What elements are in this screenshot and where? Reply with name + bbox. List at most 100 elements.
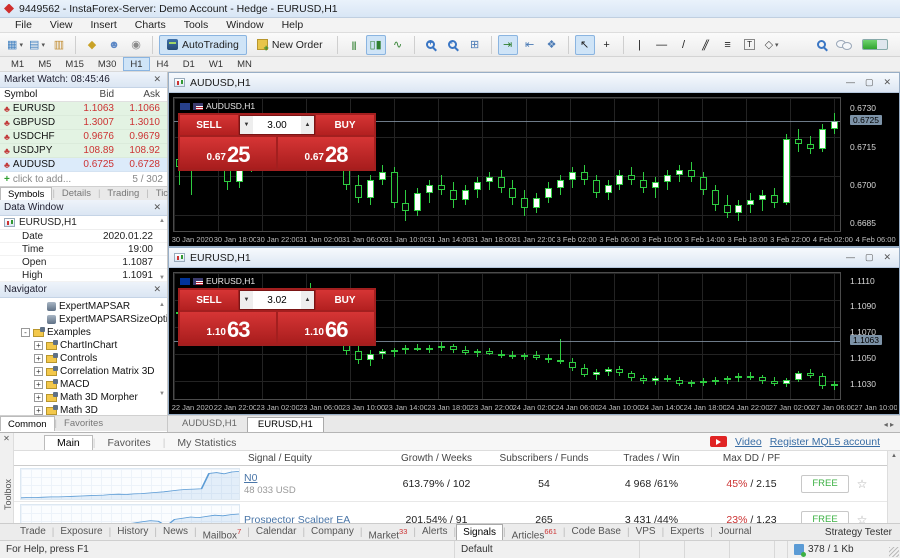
minimize-icon[interactable]: — (846, 252, 855, 263)
spin-up-icon[interactable]: ▲ (301, 116, 314, 134)
close-icon[interactable]: ✕ (151, 74, 163, 85)
market-watch-tab-trading[interactable]: Trading (100, 187, 146, 200)
toolbox-tab-news[interactable]: News (157, 524, 194, 540)
scroll-up-icon[interactable]: ▲ (159, 302, 165, 308)
window-layout-icon[interactable]: ❖ (542, 35, 562, 55)
menu-window[interactable]: Window (217, 19, 272, 31)
fibonacci-icon[interactable]: ∥ (696, 35, 716, 55)
free-button[interactable]: FREE (801, 475, 849, 493)
text-label-icon[interactable]: T (740, 35, 760, 55)
close-icon[interactable]: ✕ (0, 433, 13, 443)
market-watch-row[interactable]: ♣GBPUSD1.30071.3010 (0, 116, 167, 130)
menu-charts[interactable]: Charts (126, 19, 175, 31)
chart-window-titlebar[interactable]: EURUSD,H1 — ▢ ✕ (169, 248, 899, 268)
toolbox-tab-vps[interactable]: VPS (630, 524, 662, 540)
timeframe-mn[interactable]: MN (230, 57, 259, 71)
resize-grip[interactable] (889, 547, 899, 557)
volume-value[interactable]: 3.02 (253, 291, 301, 309)
close-icon[interactable]: ✕ (883, 252, 891, 263)
toolbox-tab-signals[interactable]: Signals (456, 524, 503, 540)
signals-tab-my-statistics[interactable]: My Statistics (165, 436, 248, 450)
maximize-icon[interactable]: ▢ (865, 252, 874, 263)
fibo-levels-icon[interactable]: ≡ (718, 35, 738, 55)
col-bid[interactable]: Bid (72, 89, 118, 100)
menu-help[interactable]: Help (273, 19, 313, 31)
sell-button[interactable]: SELL (180, 115, 238, 135)
buy-price[interactable]: 1.10 66 (278, 312, 374, 344)
objects-icon[interactable]: ◇▾ (762, 35, 782, 55)
toolbox-tab-market[interactable]: Market33 (362, 524, 413, 540)
chevron-down-icon[interactable]: ▾ (775, 41, 779, 49)
col-ask[interactable]: Ask (118, 89, 164, 100)
profiles-icon[interactable]: ▤▾ (27, 35, 47, 55)
chevron-down-icon[interactable]: ▾ (19, 41, 23, 49)
menu-file[interactable]: File (6, 19, 41, 31)
navigator-header[interactable]: Navigator ✕ (0, 282, 167, 298)
navigator-item[interactable]: ExpertMAPSARSizeOptim (0, 313, 167, 326)
expand-icon[interactable]: + (34, 367, 43, 376)
zoom-in-icon[interactable]: + (421, 35, 441, 55)
scroll-up-icon[interactable]: ▲ (891, 453, 897, 459)
autotrading-button[interactable]: AutoTrading (159, 35, 247, 55)
toolbox-tab-mailbox[interactable]: Mailbox7 (197, 524, 248, 540)
register-link[interactable]: Register MQL5 account (770, 436, 880, 448)
expand-icon[interactable]: + (34, 354, 43, 363)
youtube-icon[interactable] (710, 436, 727, 447)
free-button[interactable]: FREE (801, 511, 849, 525)
maximize-icon[interactable]: ▢ (865, 77, 874, 88)
volume-stepper[interactable]: ▼ 3.02 ▲ (239, 290, 315, 310)
toolbox-tab-history[interactable]: History (111, 524, 154, 540)
star-icon[interactable]: ☆ (851, 477, 873, 491)
chart-tab-audusd-h1[interactable]: AUDUSD,H1 (172, 417, 247, 432)
toolbox-tab-experts[interactable]: Experts (664, 524, 710, 540)
col-maxdd-pf[interactable]: Max DD / PF (704, 453, 799, 464)
status-profile[interactable]: Default (455, 541, 640, 558)
chart-tab-eurusd-h1[interactable]: EURUSD,H1 (247, 417, 324, 432)
signals-tab-main[interactable]: Main (44, 435, 93, 450)
tab-scroll-right-icon[interactable]: ▸ (890, 420, 894, 429)
navigator-item[interactable]: +Math 3D (0, 404, 167, 415)
bar-chart-icon[interactable]: ||| (344, 35, 364, 55)
toolbox-tab-articles[interactable]: Articles661 (506, 524, 563, 540)
video-link[interactable]: Video (735, 436, 762, 448)
timeframe-m1[interactable]: M1 (4, 57, 31, 71)
scroll-up-icon[interactable]: ▲ (159, 218, 165, 224)
auto-scroll-icon[interactable]: ⇥ (498, 35, 518, 55)
minimize-icon[interactable]: — (846, 77, 855, 88)
col-signal-equity[interactable]: Signal / Equity (244, 453, 384, 464)
crosshair-icon[interactable]: + (597, 35, 617, 55)
toolbox-tab-alerts[interactable]: Alerts (416, 524, 454, 540)
expand-icon[interactable]: + (34, 406, 43, 415)
trendline-icon[interactable]: / (674, 35, 694, 55)
toolbox-tab-company[interactable]: Company (305, 524, 360, 540)
navigator-tab-favorites[interactable]: Favorites (57, 416, 110, 431)
add-icon[interactable]: + (4, 174, 10, 185)
candle-chart-icon[interactable]: ▯▮ (366, 35, 386, 55)
spin-up-icon[interactable]: ▲ (301, 291, 314, 309)
search-icon[interactable] (817, 40, 826, 49)
sell-button[interactable]: SELL (180, 290, 238, 310)
accounts-icon[interactable]: ☻ (104, 35, 124, 55)
volume-stepper[interactable]: ▼ 3.00 ▲ (239, 115, 315, 135)
broadcast-icon[interactable]: ◉ (126, 35, 146, 55)
toolbox-tab-trade[interactable]: Trade (14, 524, 52, 540)
close-icon[interactable]: ✕ (151, 202, 163, 213)
zoom-out-icon[interactable]: - (443, 35, 463, 55)
click-to-add[interactable]: click to add... (13, 174, 71, 185)
line-chart-icon[interactable]: ∿ (388, 35, 408, 55)
expand-icon[interactable]: + (34, 380, 43, 389)
market-watch-header[interactable]: Market Watch: 08:45:46 ✕ (0, 72, 167, 88)
tile-windows-icon[interactable]: ⊞ (465, 35, 485, 55)
timeframe-h4[interactable]: H4 (150, 57, 176, 71)
market-watch-tab-details[interactable]: Details (55, 187, 98, 200)
timeframe-d1[interactable]: D1 (176, 57, 202, 71)
signals-tab-favorites[interactable]: Favorites (96, 436, 163, 450)
timeframe-m15[interactable]: M15 (58, 57, 90, 71)
navigator-item[interactable]: +Math 3D Morpher (0, 391, 167, 404)
col-symbol[interactable]: Symbol (0, 89, 72, 100)
signal-row[interactable]: Prospector Scalper EA201.54% / 912653 43… (14, 502, 900, 524)
data-folder-icon[interactable]: ▥ (49, 35, 69, 55)
journal-icon[interactable]: ◆ (82, 35, 102, 55)
navigator-item[interactable]: ExpertMAPSAR (0, 300, 167, 313)
new-order-button[interactable]: New Order (249, 35, 331, 55)
